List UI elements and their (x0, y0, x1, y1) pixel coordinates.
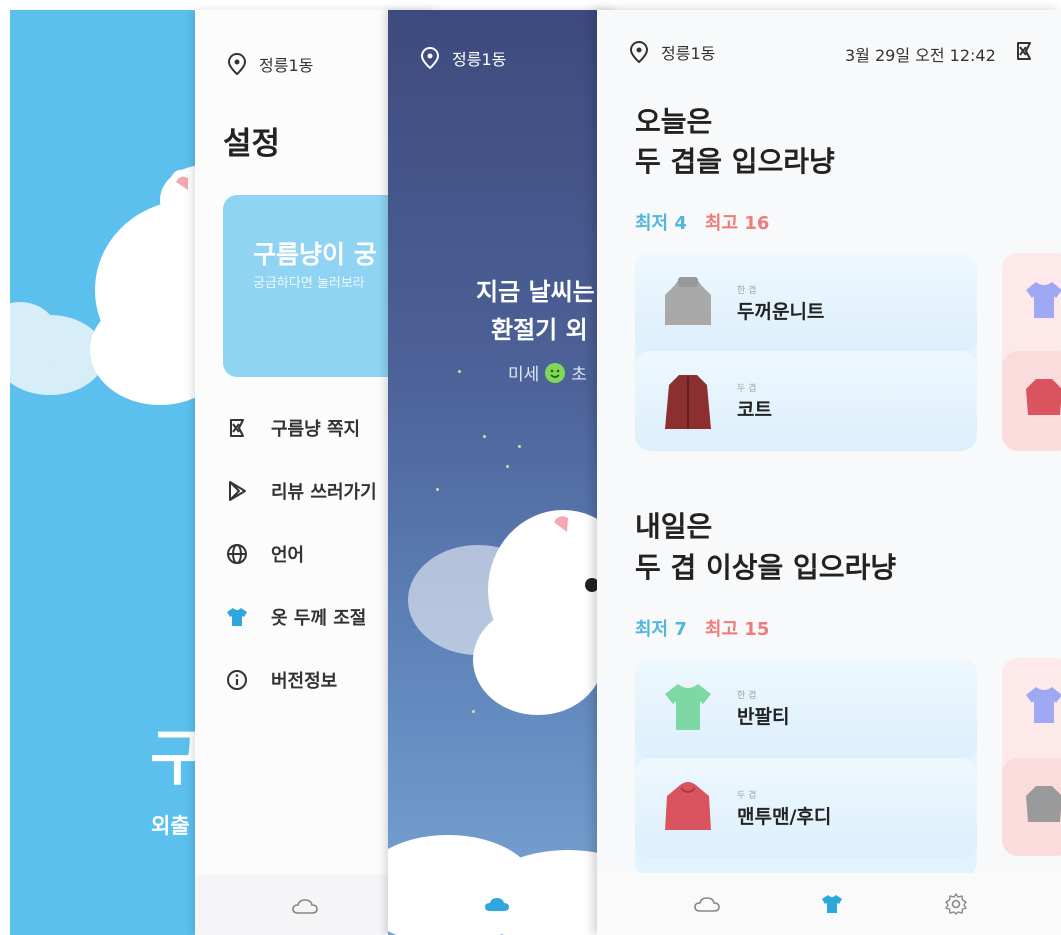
location-header[interactable]: 정릉1동 (629, 40, 715, 64)
location-pin-icon (629, 41, 649, 63)
hoodie-icon (1026, 379, 1061, 415)
play-store-icon (225, 479, 249, 503)
tshirt-icon (665, 684, 711, 730)
splash-subtitle: 외출 (151, 814, 190, 838)
menu-item-note[interactable]: 구름냥 쪽지 (225, 415, 360, 441)
info-icon (225, 668, 249, 692)
menu-label: 리뷰 쓰러가기 (271, 482, 377, 503)
outfit-row (1002, 351, 1061, 451)
clothing-name: 두꺼운니트 (737, 301, 825, 323)
menu-label: 옷 두께 조절 (271, 608, 367, 629)
hoodie-icon (665, 782, 711, 830)
coat-icon (665, 375, 711, 429)
menu-label: 버전정보 (271, 671, 338, 692)
clothes-tab-shirt-icon[interactable] (817, 891, 847, 917)
tomorrow-temps: 최저 7 최고 15 (635, 615, 769, 641)
outfit-row (1002, 758, 1061, 856)
date-time: 3월 29일 오전 12:42 (845, 46, 996, 65)
tomorrow-alt-outfit-card[interactable] (1002, 658, 1061, 856)
menu-item-version[interactable]: 버전정보 (225, 667, 337, 693)
tomorrow-title-line2: 두 겹 이상을 입으라냥 (635, 551, 897, 584)
bottom-nav (597, 873, 1061, 935)
tomorrow-title-line1: 내일은 (635, 510, 713, 543)
temp-min: 최저 4 (635, 213, 687, 234)
today-title-line1: 오늘은 (635, 105, 713, 138)
outfit-row: 두 겹 맨투맨/후디 (635, 758, 977, 858)
note-button[interactable] (1013, 40, 1035, 66)
layer-label: 두 겹 (737, 384, 757, 394)
outfit-row: 두 겹 코트 (635, 351, 977, 451)
shirt-icon (1026, 282, 1061, 318)
banner-subtitle: 궁금하다면 눌러보라 (253, 276, 365, 291)
weather-screen: 정릉1동 지금 날씨는 환절기 외 미세 초 (388, 10, 618, 935)
location-pin-icon (227, 53, 247, 75)
banner-title: 구름냥이 궁 (253, 240, 377, 269)
location-label: 정릉1동 (259, 56, 314, 75)
menu-item-language[interactable]: 언어 (225, 541, 304, 567)
weather-tab-cloud-icon[interactable] (483, 895, 511, 917)
location-header[interactable]: 정릉1동 (227, 52, 313, 76)
knit-sweater-icon (665, 277, 711, 325)
location-label: 정릉1동 (661, 44, 716, 63)
today-alt-outfit-card[interactable] (1002, 253, 1061, 451)
today-outfit-card[interactable]: 한 겹 두꺼운니트 두 겹 코트 (635, 253, 977, 451)
temp-max: 최고 16 (704, 213, 770, 234)
today-title-line2: 두 겹을 입으라냥 (635, 145, 835, 178)
clothing-name: 코트 (737, 399, 772, 421)
clothes-screen: 정릉1동 3월 29일 오전 12:42 오늘은 두 겹을 입으라냥 최저 4 … (597, 10, 1061, 935)
menu-label: 언어 (271, 545, 305, 566)
layer-label: 한 겹 (737, 286, 757, 296)
settings-tab-gear-icon[interactable] (941, 891, 971, 917)
shirt-icon (225, 605, 249, 629)
page-title: 설정 (223, 126, 281, 162)
globe-icon (225, 542, 249, 566)
shirt-icon (1026, 687, 1061, 723)
note-icon (225, 416, 249, 440)
weather-tab-cloud-icon[interactable] (692, 891, 722, 917)
layer-label: 두 겹 (737, 791, 757, 801)
layer-label: 한 겹 (737, 691, 757, 701)
cloud-cat-illustration (388, 510, 618, 935)
menu-item-thickness[interactable]: 옷 두께 조절 (225, 604, 366, 630)
weather-tab-cloud-icon[interactable] (290, 893, 320, 919)
today-temps: 최저 4 최고 16 (635, 209, 769, 235)
menu-label: 구름냥 쪽지 (271, 419, 361, 440)
temp-max: 최고 15 (704, 619, 770, 640)
outfit-row: 한 겹 두꺼운니트 (635, 253, 977, 353)
temp-min: 최저 7 (635, 619, 687, 640)
outfit-row: 한 겹 반팔티 (635, 658, 977, 758)
clothing-name: 반팔티 (737, 706, 790, 728)
tomorrow-outfit-card[interactable]: 한 겹 반팔티 두 겹 맨투맨/후디 (635, 658, 977, 878)
note-icon (1017, 42, 1031, 60)
clothing-name: 맨투맨/후디 (737, 806, 832, 828)
sweater-icon (1026, 786, 1061, 822)
menu-item-review[interactable]: 리뷰 쓰러가기 (225, 478, 377, 504)
